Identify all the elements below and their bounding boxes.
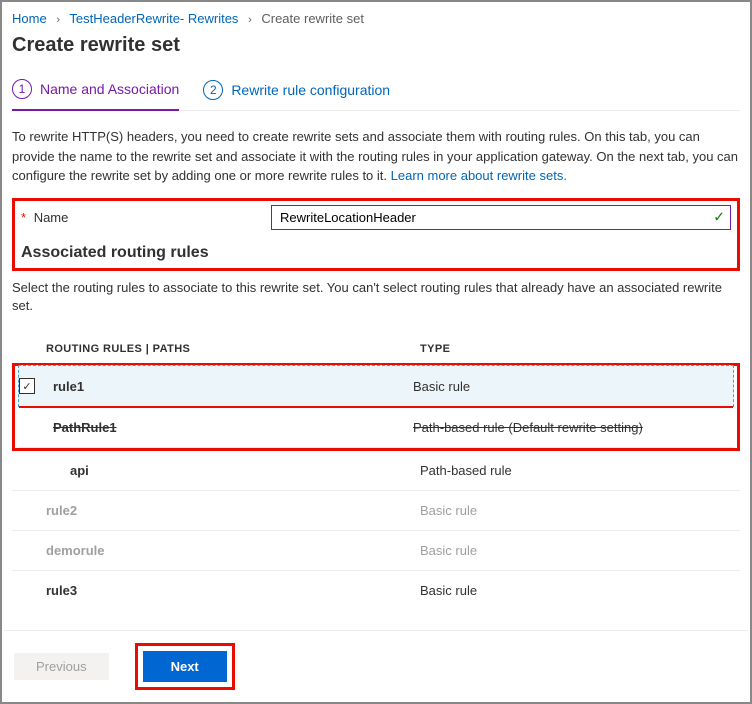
rule-type: Path-based rule (Default rewrite setting… <box>413 420 733 435</box>
table-row[interactable]: ✓ rule1 Basic rule <box>18 365 734 408</box>
column-header-rules: ROUTING RULES | PATHS <box>42 343 420 355</box>
checkmark-icon: ✓ <box>713 209 725 226</box>
tab-name-association[interactable]: 1 Name and Association <box>12 73 179 111</box>
rule-type: Path-based rule <box>420 463 740 478</box>
breadcrumb-current: Create rewrite set <box>261 11 364 26</box>
breadcrumb: Home › TestHeaderRewrite- Rewrites › Cre… <box>12 9 740 34</box>
rule-name: rule3 <box>42 583 420 598</box>
tab-label: Name and Association <box>40 81 179 97</box>
rule-name: PathRule1 <box>49 420 413 435</box>
rule-type: Basic rule <box>420 503 740 518</box>
column-header-type: TYPE <box>420 343 740 355</box>
name-input[interactable] <box>271 205 731 230</box>
breadcrumb-home[interactable]: Home <box>12 11 47 26</box>
breadcrumb-parent[interactable]: TestHeaderRewrite- Rewrites <box>69 11 238 26</box>
previous-button[interactable]: Previous <box>14 653 109 680</box>
tab-label: Rewrite rule configuration <box>231 82 390 98</box>
rule-name: demorule <box>42 543 420 558</box>
next-button[interactable]: Next <box>143 651 227 682</box>
tab-rewrite-rule-config[interactable]: 2 Rewrite rule configuration <box>203 73 390 110</box>
name-field-label: * Name <box>21 210 271 225</box>
table-row[interactable]: PathRule1 Path-based rule (Default rewri… <box>19 406 733 448</box>
required-asterisk: * <box>21 210 26 225</box>
highlight-next-button: Next <box>135 643 235 690</box>
wizard-tabs: 1 Name and Association 2 Rewrite rule co… <box>12 73 740 111</box>
associated-rules-heading: Associated routing rules <box>21 244 731 262</box>
highlight-region-top: * Name ✓ Associated routing rules <box>12 198 740 271</box>
associated-rules-description: Select the routing rules to associate to… <box>12 279 740 315</box>
wizard-footer: Previous Next <box>4 630 748 702</box>
table-row[interactable]: api Path-based rule <box>12 451 740 491</box>
rule-type: Basic rule <box>420 543 740 558</box>
chevron-right-icon: › <box>248 14 252 26</box>
description-text: To rewrite HTTP(S) headers, you need to … <box>12 127 740 186</box>
rule-name: rule1 <box>49 379 413 394</box>
tab-step-number: 1 <box>12 79 32 99</box>
routing-rules-table: ROUTING RULES | PATHS TYPE ✓ rule1 Basic… <box>12 335 740 611</box>
learn-more-link[interactable]: Learn more about rewrite sets. <box>391 168 567 183</box>
table-row[interactable]: demorule Basic rule <box>12 531 740 571</box>
tab-step-number: 2 <box>203 80 223 100</box>
rule-name: api <box>42 463 420 478</box>
table-row[interactable]: rule2 Basic rule <box>12 491 740 531</box>
checkbox[interactable]: ✓ <box>19 378 35 394</box>
chevron-right-icon: › <box>56 14 60 26</box>
table-row[interactable]: rule3 Basic rule <box>12 571 740 610</box>
rule-type: Basic rule <box>413 379 733 394</box>
page-title: Create rewrite set <box>12 34 740 57</box>
rule-type: Basic rule <box>420 583 740 598</box>
rule-name: rule2 <box>42 503 420 518</box>
